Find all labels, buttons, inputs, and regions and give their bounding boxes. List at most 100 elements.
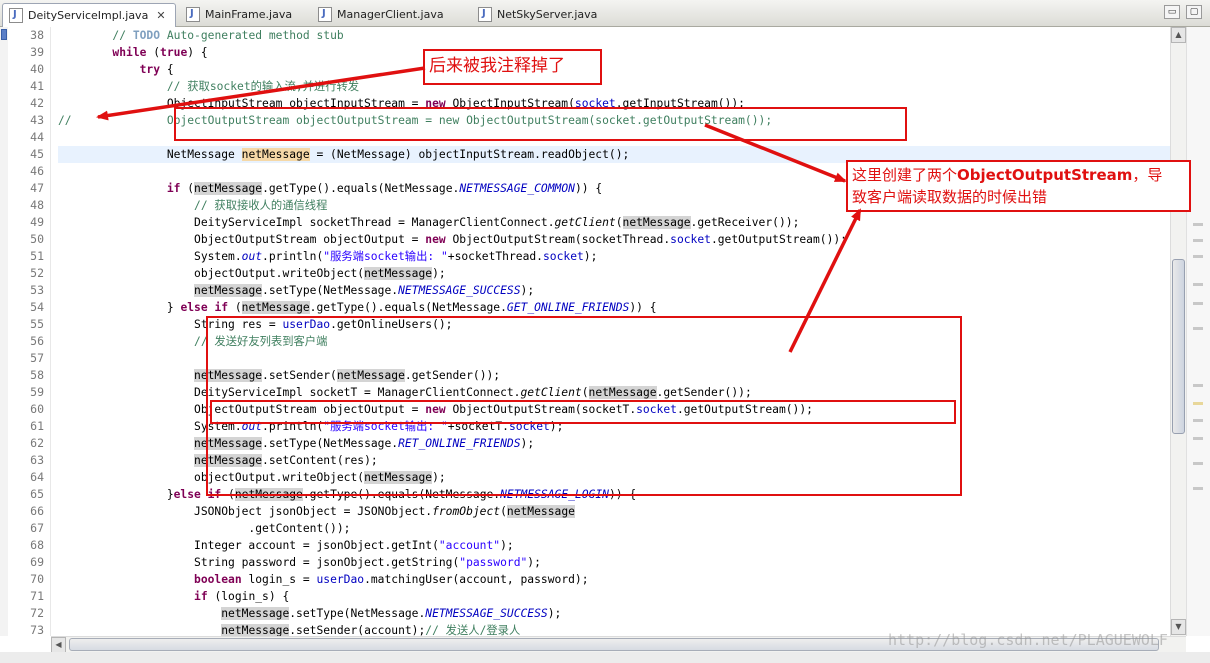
line-number: 62 — [30, 436, 44, 450]
annotation-text: 这里创建了两个 — [852, 166, 958, 184]
code-line: .getContent()); — [58, 522, 351, 535]
code-line: } else if (netMessage.getType().equals(N… — [58, 301, 657, 314]
code-line: if (netMessage.getType().equals(NetMessa… — [166, 182, 603, 195]
code-line: if (login_s) { — [194, 590, 290, 603]
annotation-label-two-streams: 这里创建了两个ObjectOutputStream，导 致客户端读取数据的时候出… — [846, 160, 1191, 212]
code-line: String password = jsonObject.getString("… — [58, 556, 541, 569]
line-number: 48 — [30, 198, 44, 212]
line-number: 73 — [30, 623, 44, 636]
line-number: 38 — [30, 28, 44, 42]
code-line: boolean login_s = userDao.matchingUser(a… — [194, 573, 589, 586]
annotation-label-commented: 后来被我注释掉了 — [423, 49, 602, 85]
line-number: 71 — [30, 589, 44, 603]
java-file-icon — [318, 7, 332, 22]
code-line: // 获取socket的输入流,并进行转发 — [166, 80, 360, 93]
java-file-icon — [478, 7, 492, 22]
code-line: // TODO Auto-generated method stub — [112, 29, 344, 42]
line-number: 51 — [30, 249, 44, 263]
tab-label: MainFrame.java — [205, 8, 293, 21]
line-number: 65 — [30, 487, 44, 501]
line-number: 63 — [30, 453, 44, 467]
line-number: 45 — [30, 147, 44, 161]
overview-mark — [1193, 327, 1203, 330]
line-number: 46 — [30, 164, 44, 178]
code-line: Integer account = jsonObject.getInt("acc… — [58, 539, 514, 552]
line-number: 64 — [30, 470, 44, 484]
line-number: 59 — [30, 385, 44, 399]
line-number: 70 — [30, 572, 44, 586]
line-number: 49 — [30, 215, 44, 229]
line-number: 60 — [30, 402, 44, 416]
code-line: netMessage.setSender(account);// 发送人/登录人 — [221, 624, 521, 636]
window-controls: ▭ ▢ — [1164, 5, 1202, 19]
annotation-text: ObjectOutputStream — [957, 166, 1133, 184]
annotation-box-line43 — [174, 107, 907, 141]
overview-mark — [1193, 384, 1203, 387]
tab-mainframe[interactable]: MainFrame.java — [180, 3, 300, 26]
code-line: // 获取接收人的通信线程 — [194, 199, 328, 212]
line-number: 56 — [30, 334, 44, 348]
code-line: NetMessage netMessage = (NetMessage) obj… — [58, 148, 630, 161]
java-file-icon — [186, 7, 200, 22]
line-number: 41 — [30, 79, 44, 93]
tab-netskyserver[interactable]: NetSkyServer.java — [472, 3, 612, 26]
line-number: 40 — [30, 62, 44, 76]
overview-mark — [1193, 283, 1203, 286]
code-line: DeityServiceImpl socketThread = ManagerC… — [58, 216, 800, 229]
line-number: 52 — [30, 266, 44, 280]
tab-managerclient[interactable]: ManagerClient.java — [312, 3, 462, 26]
scroll-up-icon[interactable]: ▲ — [1171, 27, 1186, 43]
line-number: 72 — [30, 606, 44, 620]
line-number: 69 — [30, 555, 44, 569]
code-line: ObjectOutputStream objectOutput = new Ob… — [58, 233, 847, 246]
overview-mark — [1193, 302, 1203, 305]
tab-deityserviceimpl[interactable]: DeityServiceImpl.java ✕ — [2, 3, 176, 27]
line-number: 67 — [30, 521, 44, 535]
code-line: JSONObject jsonObject = JSONObject.fromO… — [58, 505, 575, 518]
minimize-icon[interactable]: ▭ — [1164, 5, 1180, 19]
scrollbar-thumb[interactable] — [1172, 259, 1185, 434]
code-line: objectOutput.writeObject(netMessage); — [58, 267, 446, 280]
line-number: 55 — [30, 317, 44, 331]
code-line: try { — [139, 63, 174, 76]
overview-mark — [1193, 487, 1203, 490]
overview-mark — [1193, 419, 1203, 422]
annotation-text: 致客户端读取数据的时候出错 — [852, 188, 1048, 206]
line-number: 58 — [30, 368, 44, 382]
status-strip — [0, 652, 1210, 663]
line-number: 39 — [30, 45, 44, 59]
code-line: System.out.println("服务端socket输出: "+socke… — [58, 250, 598, 263]
overview-ruler — [1186, 27, 1210, 636]
editor-tab-bar: DeityServiceImpl.java ✕ MainFrame.java M… — [0, 0, 1210, 27]
overview-mark — [1193, 255, 1203, 258]
java-file-icon — [9, 8, 23, 23]
line-number: 54 — [30, 300, 44, 314]
scroll-left-icon[interactable]: ◀ — [51, 637, 66, 653]
line-number: 57 — [30, 351, 44, 365]
tab-label: ManagerClient.java — [337, 8, 444, 21]
code-line: netMessage.setType(NetMessage.NETMESSAGE… — [221, 607, 562, 620]
watermark: http://blog.csdn.net/PLAGUEWOLF — [888, 631, 1168, 649]
code-line: netMessage.setType(NetMessage.NETMESSAGE… — [194, 284, 535, 297]
overview-mark — [1193, 239, 1203, 242]
annotation-box-line60 — [210, 400, 956, 424]
overview-mark — [1193, 223, 1203, 226]
tab-label: NetSkyServer.java — [497, 8, 598, 21]
overview-mark — [1193, 402, 1203, 405]
close-icon[interactable]: ✕ — [156, 9, 165, 22]
annotation-text: ，导 — [1132, 166, 1163, 184]
maximize-icon[interactable]: ▢ — [1186, 5, 1202, 19]
line-number: 68 — [30, 538, 44, 552]
line-number-gutter: 38 39 40 41 42 43 44 45 46 47 48 49 50 51 52 53 54 55 56 57… — [8, 27, 51, 636]
code-line: while (true) { — [112, 46, 208, 59]
line-number: 43 — [30, 113, 44, 127]
line-number: 53 — [30, 283, 44, 297]
tab-label: DeityServiceImpl.java — [28, 9, 149, 22]
annotation-text: 后来被我注释掉了 — [429, 56, 565, 76]
scroll-down-icon[interactable]: ▼ — [1171, 619, 1186, 635]
line-number: 61 — [30, 419, 44, 433]
overview-mark — [1193, 462, 1203, 465]
line-number: 47 — [30, 181, 44, 195]
vertical-scrollbar[interactable]: ▲ ▼ — [1170, 27, 1186, 636]
line-number: 44 — [30, 130, 44, 144]
